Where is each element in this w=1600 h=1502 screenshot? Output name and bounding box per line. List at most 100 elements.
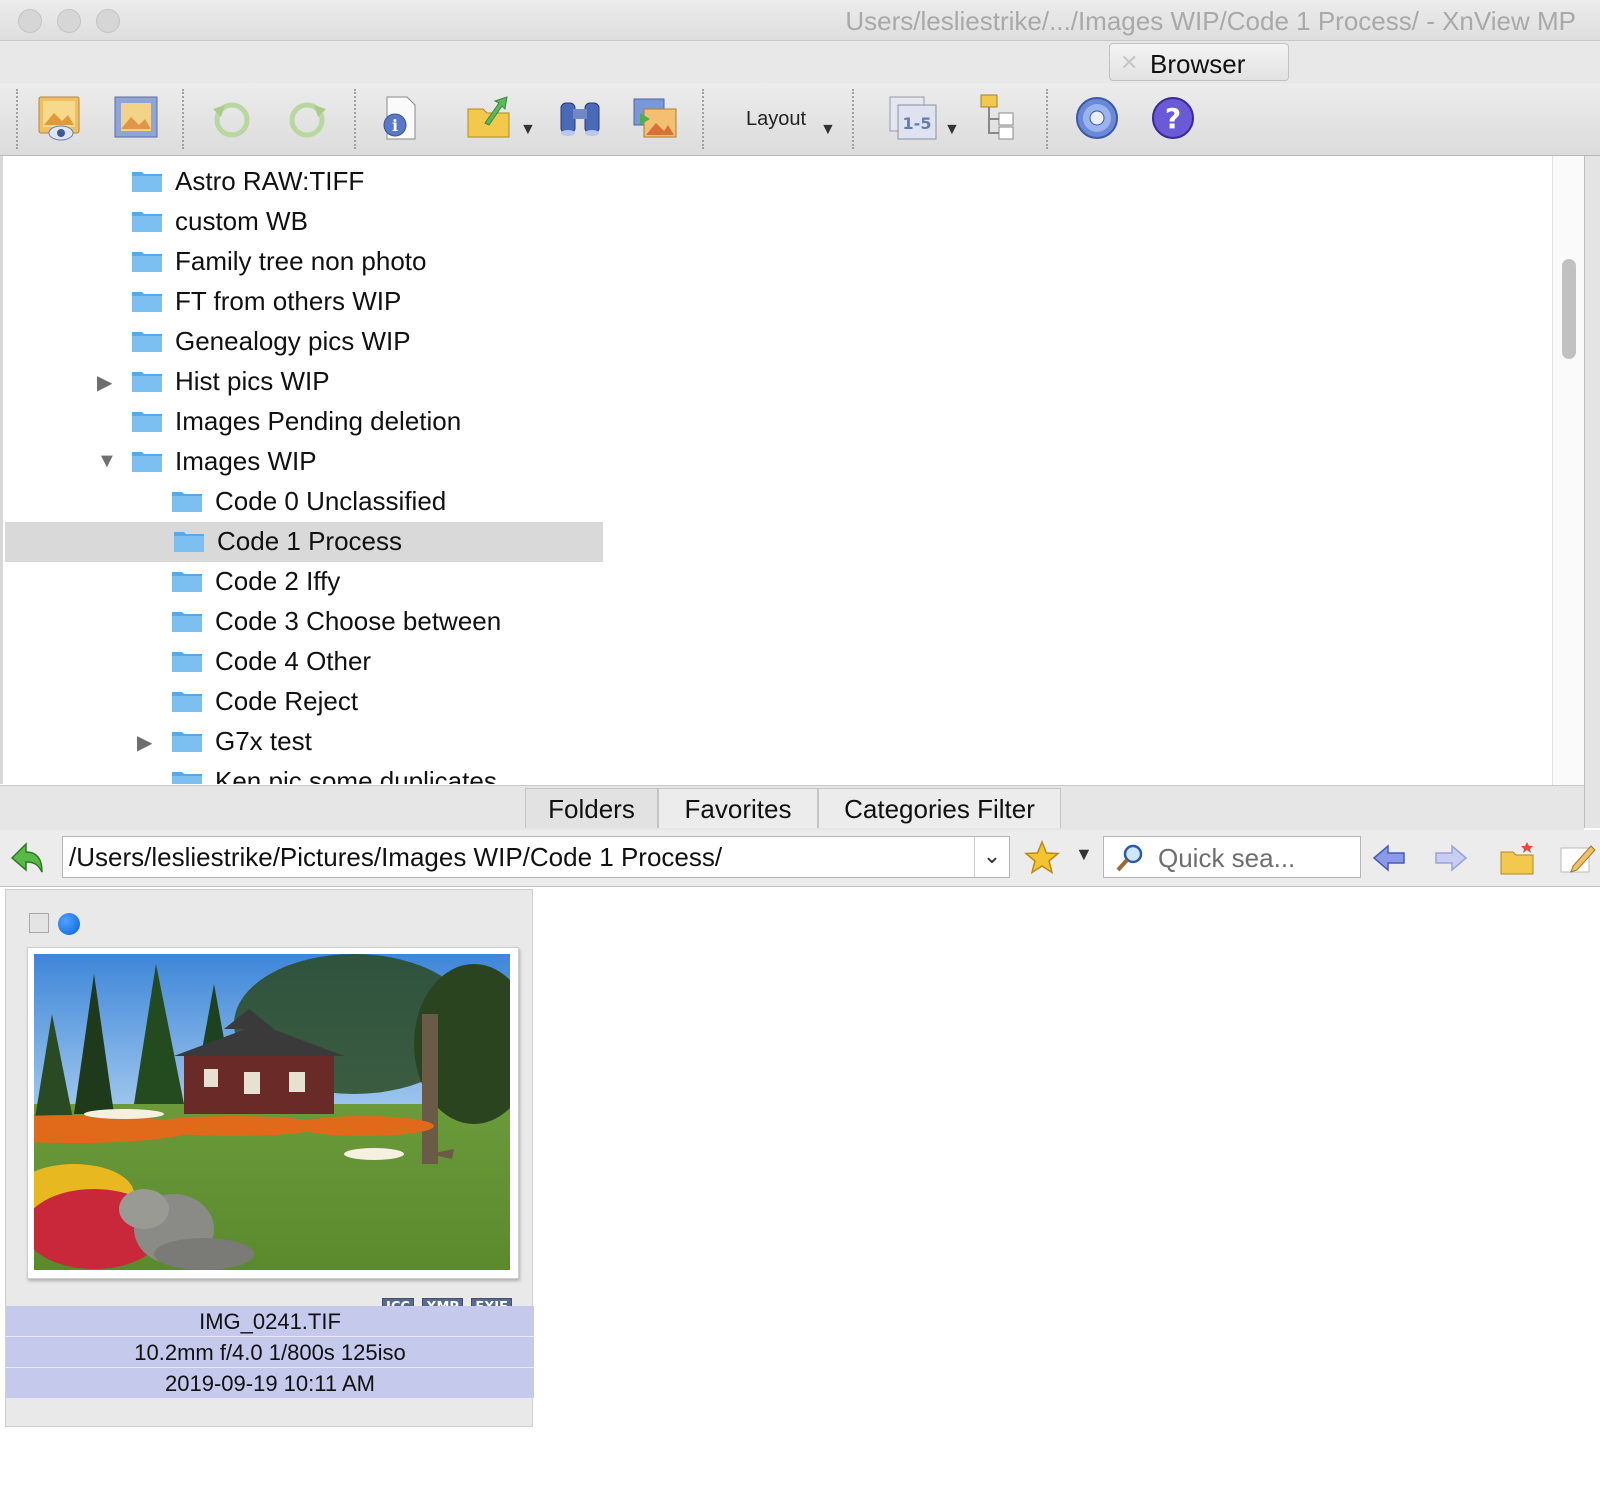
tree-item[interactable]: Genealogy pics WIP bbox=[3, 322, 1558, 362]
tree-item-label: custom WB bbox=[175, 206, 308, 236]
tree-item[interactable]: custom WB bbox=[3, 202, 1558, 242]
convert-icon[interactable] bbox=[630, 93, 680, 143]
forward-arrow-icon[interactable] bbox=[1430, 838, 1470, 878]
color-label-dot[interactable] bbox=[58, 913, 80, 935]
search-binoculars-icon[interactable] bbox=[555, 93, 605, 143]
export-icon[interactable] bbox=[465, 93, 515, 143]
folder-icon bbox=[171, 609, 203, 633]
tree-scrollbar-thumb[interactable] bbox=[1562, 259, 1576, 359]
tab-browser-label: Browser bbox=[1150, 49, 1246, 79]
select-checkbox[interactable] bbox=[29, 913, 49, 933]
folder-icon bbox=[131, 369, 163, 393]
tree-item-label: G7x test bbox=[215, 726, 312, 756]
tree-item[interactable]: Code 1 Process bbox=[5, 522, 603, 562]
folder-icon bbox=[131, 329, 163, 353]
parent-folder-icon[interactable] bbox=[8, 838, 48, 878]
folder-tree[interactable]: Astro RAW:TIFF custom WB Family tree non p… bbox=[0, 156, 1560, 784]
folder-icon bbox=[171, 689, 203, 713]
tree-item[interactable]: ▶ Hist pics WIP bbox=[3, 362, 1558, 402]
thumbnail-item[interactable]: ICC XMP EXIF IMG_0241.TIF 10.2mm f/4.0 1… bbox=[5, 889, 534, 1427]
tree-item-label: Code 0 Unclassified bbox=[215, 486, 447, 516]
collapse-arrow-icon[interactable]: ▼ bbox=[97, 450, 117, 473]
edit-pencil-icon[interactable] bbox=[1557, 838, 1597, 878]
tree-item-label: Ken pic some duplicates bbox=[215, 766, 497, 784]
expand-arrow-icon[interactable]: ▶ bbox=[97, 370, 112, 395]
tab-folders[interactable]: Folders bbox=[525, 788, 658, 828]
fullscreen-icon[interactable] bbox=[111, 93, 161, 143]
tab-favorites[interactable]: Favorites bbox=[658, 788, 818, 828]
thumbnail-image[interactable] bbox=[27, 947, 519, 1279]
tree-item-label: Code 4 Other bbox=[215, 646, 372, 676]
tree-item[interactable]: ▼ Images WIP bbox=[3, 442, 1558, 482]
favorites-dropdown-icon[interactable]: ▼ bbox=[1075, 844, 1093, 865]
folder-icon bbox=[171, 769, 203, 784]
search-icon bbox=[1116, 844, 1143, 872]
tree-item[interactable]: Ken pic some duplicates bbox=[3, 762, 1558, 784]
folder-icon bbox=[131, 249, 163, 273]
tree-item[interactable]: ▶ G7x test bbox=[3, 722, 1558, 762]
tree-scrollbar[interactable] bbox=[1552, 156, 1585, 786]
tree-item[interactable]: Code 0 Unclassified bbox=[3, 482, 1558, 522]
new-folder-icon[interactable] bbox=[1497, 838, 1537, 878]
right-dock-edge bbox=[1584, 156, 1600, 828]
folder-icon bbox=[171, 489, 203, 513]
folder-icon bbox=[131, 169, 163, 193]
tree-item[interactable]: Code 3 Choose between bbox=[3, 602, 1558, 642]
tree-item[interactable]: FT from others WIP bbox=[3, 282, 1558, 322]
tree-item[interactable]: Images Pending deletion bbox=[3, 402, 1558, 442]
thumbnail-exposure: 10.2mm f/4.0 1/800s 125iso bbox=[6, 1337, 534, 1368]
tree-item-label: Images Pending deletion bbox=[175, 406, 462, 436]
folder-icon bbox=[131, 209, 163, 233]
tree-item[interactable]: Code 2 Iffy bbox=[3, 562, 1558, 602]
batch-dropdown-icon[interactable]: ▼ bbox=[944, 121, 960, 139]
svg-text:?: ? bbox=[1165, 102, 1181, 135]
view-image-icon[interactable] bbox=[36, 93, 86, 143]
expand-arrow-icon[interactable]: ▶ bbox=[137, 730, 152, 755]
close-tab-icon[interactable]: ✕ bbox=[1120, 50, 1138, 76]
layout-dropdown-icon[interactable]: ▼ bbox=[820, 121, 836, 139]
tree-item-label: Hist pics WIP bbox=[175, 366, 330, 396]
export-dropdown-icon[interactable]: ▼ bbox=[520, 121, 536, 139]
quick-search-input[interactable]: Quick sea... bbox=[1103, 836, 1361, 878]
back-arrow-icon[interactable] bbox=[1370, 838, 1410, 878]
tab-browser[interactable]: ✕ Browser bbox=[1109, 43, 1289, 81]
folder-icon bbox=[173, 529, 205, 553]
address-bar: /Users/lesliestrike/Pictures/Images WIP/… bbox=[0, 830, 1600, 887]
tree-item[interactable]: Astro RAW:TIFF bbox=[3, 162, 1558, 202]
tree-item[interactable]: Code 4 Other bbox=[3, 642, 1558, 682]
zoom-window-button[interactable] bbox=[96, 9, 120, 33]
tree-item-label: Images WIP bbox=[175, 446, 317, 476]
minimize-window-button[interactable] bbox=[57, 9, 81, 33]
tree-item[interactable]: Code Reject bbox=[3, 682, 1558, 722]
batch-rename-icon[interactable]: 1-5 bbox=[888, 93, 938, 143]
layout-button[interactable]: Layout bbox=[746, 108, 806, 131]
thumbnail-filename: IMG_0241.TIF bbox=[6, 1306, 534, 1337]
path-dropdown-icon[interactable]: ⌄ bbox=[974, 837, 1009, 877]
tree-item-label: Code Reject bbox=[215, 686, 359, 716]
favorites-star-icon[interactable] bbox=[1022, 838, 1062, 878]
tree-item-label: Code 3 Choose between bbox=[215, 606, 502, 636]
toolbar-grip[interactable] bbox=[16, 89, 18, 149]
tree-item[interactable]: Family tree non photo bbox=[3, 242, 1558, 282]
tree-item-label: Astro RAW:TIFF bbox=[175, 166, 365, 196]
settings-gear-icon[interactable] bbox=[1072, 93, 1122, 143]
folder-icon bbox=[171, 649, 203, 673]
rotate-left-icon[interactable] bbox=[207, 93, 257, 143]
folder-icon bbox=[131, 289, 163, 313]
close-window-button[interactable] bbox=[18, 9, 42, 33]
title-bar: Users/lesliestrike/.../Images WIP/Code 1… bbox=[0, 0, 1600, 41]
tree-item-label: Family tree non photo bbox=[175, 246, 427, 276]
pane-tab-bar: Folders Favorites Categories Filter bbox=[0, 785, 1584, 831]
compare-icon[interactable] bbox=[975, 93, 1025, 143]
info-icon[interactable]: i bbox=[375, 93, 425, 143]
folder-icon bbox=[131, 449, 163, 473]
folder-icon bbox=[131, 409, 163, 433]
toolbar-separator bbox=[354, 89, 356, 149]
svg-text:i: i bbox=[392, 116, 398, 135]
rotate-right-icon[interactable] bbox=[282, 93, 332, 143]
tree-item-label: Genealogy pics WIP bbox=[175, 326, 411, 356]
tab-categories-filter[interactable]: Categories Filter bbox=[818, 788, 1061, 828]
help-icon[interactable]: ? bbox=[1148, 93, 1198, 143]
tree-item-label: Code 1 Process bbox=[217, 526, 402, 556]
path-input[interactable]: /Users/lesliestrike/Pictures/Images WIP/… bbox=[62, 836, 1010, 878]
